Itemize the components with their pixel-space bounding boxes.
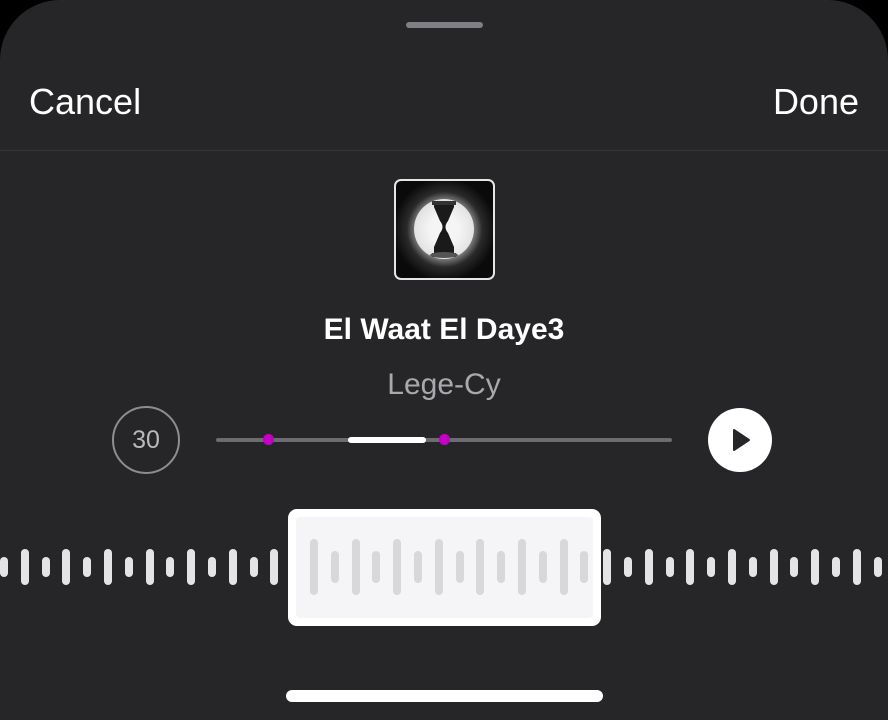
home-indicator: [286, 690, 603, 702]
selected-waveform-bar: [434, 539, 443, 595]
selected-waveform-bar: [393, 539, 402, 595]
done-button[interactable]: Done: [773, 80, 859, 124]
waveform-bar: [769, 549, 778, 585]
selected-waveform-bar: [351, 539, 360, 595]
selected-waveform-bar: [497, 551, 506, 583]
selected-range: [348, 437, 426, 443]
waveform-bar: [270, 549, 279, 585]
waveform-bar: [873, 557, 882, 577]
play-button[interactable]: [708, 408, 772, 472]
selected-waveform-bar: [310, 539, 318, 595]
waveform-bar: [41, 557, 50, 577]
waveform-bar: [811, 549, 820, 585]
trim-marker: [262, 434, 274, 445]
waveform-bar: [707, 557, 716, 577]
waveform-bar: [728, 549, 736, 585]
sheet-grabber[interactable]: [406, 22, 483, 28]
album-artwork: [394, 179, 495, 280]
cancel-button[interactable]: Cancel: [29, 80, 141, 124]
waveform-bar: [62, 549, 71, 585]
clip-selector-window: [296, 517, 593, 618]
clip-duration-button[interactable]: 30: [112, 406, 180, 474]
selected-waveform-bar: [414, 551, 422, 583]
hourglass-icon: [414, 199, 474, 259]
waveform-bar: [748, 557, 757, 577]
waveform-bar: [665, 557, 674, 577]
waveform-bar: [624, 557, 632, 577]
waveform-bar: [83, 557, 92, 577]
selected-waveform-bar: [518, 539, 526, 595]
waveform-bar: [832, 557, 840, 577]
header-divider: [0, 150, 888, 151]
waveform-bar: [0, 557, 8, 577]
waveform-bar: [644, 549, 653, 585]
waveform-bar: [852, 549, 861, 585]
waveform-bar: [790, 557, 799, 577]
waveform-bar: [228, 549, 237, 585]
selected-waveform-bar: [538, 551, 547, 583]
waveform-bar: [686, 549, 695, 585]
selected-waveform-bar: [559, 539, 568, 595]
selected-waveform-bar: [455, 551, 464, 583]
waveform-bar: [20, 549, 29, 585]
trim-marker: [438, 434, 450, 445]
waveform-bar: [208, 557, 216, 577]
waveform-bar: [124, 557, 133, 577]
waveform-bar: [603, 549, 612, 585]
audio-trim-sheet: Cancel Done El Waat El Daye3 Lege-Cy 30: [0, 0, 888, 720]
waveform-bar: [249, 557, 258, 577]
selected-waveform-bar: [476, 539, 485, 595]
waveform-bar: [145, 549, 154, 585]
selected-waveform-bar: [330, 551, 339, 583]
clip-selector[interactable]: [288, 509, 601, 626]
selected-waveform-bar: [580, 551, 589, 583]
play-icon: [733, 429, 750, 451]
song-position-track[interactable]: [216, 434, 672, 445]
track-artist: Lege-Cy: [387, 368, 501, 401]
waveform-bar: [104, 549, 112, 585]
waveform-bar: [187, 549, 196, 585]
track-title: El Waat El Daye3: [323, 313, 565, 346]
selected-waveform-bar: [372, 551, 381, 583]
waveform-bar: [166, 557, 175, 577]
